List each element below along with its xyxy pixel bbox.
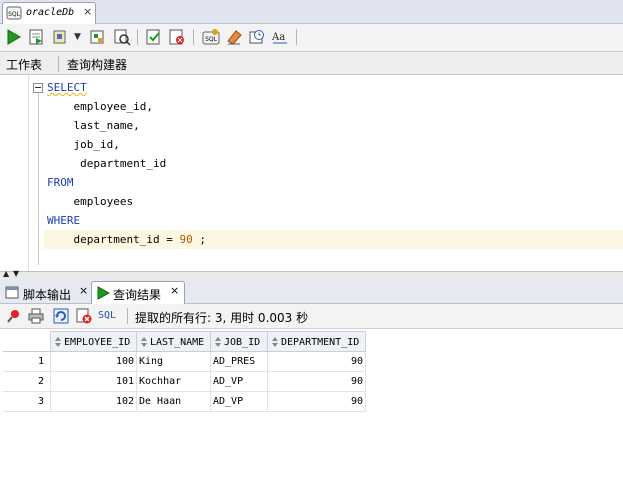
run-result-icon (97, 286, 110, 300)
fold-collapse-icon[interactable] (33, 83, 43, 93)
close-icon[interactable]: × (83, 5, 92, 18)
fold-guide-line (38, 93, 39, 265)
tab-script-output-label: 脚本输出 (23, 288, 72, 302)
tab-query-result-label: 查询结果 (113, 288, 162, 302)
tab-worksheet[interactable]: 工作表 (6, 56, 42, 73)
script-output-icon (5, 286, 19, 299)
autotrace-icon[interactable] (51, 28, 69, 46)
worksheet-toolbar: ▼ SQL Aa (0, 24, 623, 52)
code-line-9-end: ; (192, 233, 206, 246)
column-header-label: JOB_ID (224, 336, 261, 348)
worksheet-subtabs: 工作表 查询构建器 (0, 52, 623, 75)
column-header-job-id[interactable]: JOB_ID (210, 331, 268, 352)
code-line-4: job_id, (47, 138, 120, 151)
row-number[interactable]: 3 (3, 391, 51, 412)
table-cell[interactable]: AD_PRES (210, 351, 268, 372)
document-tab-oracledb[interactable]: SQL oracleDb × (2, 2, 96, 24)
commit-icon[interactable] (145, 28, 163, 46)
sql-tuning-advisor-icon[interactable] (113, 28, 131, 46)
table-cell[interactable]: AD_VP (210, 391, 268, 412)
sort-icon[interactable] (54, 336, 62, 348)
row-number[interactable]: 2 (3, 371, 51, 392)
grid-header-row: EMPLOYEE_ID LAST_NAME JOB_ID DEPARTMENT_… (3, 331, 366, 352)
tab-divider (58, 56, 59, 72)
table-cell[interactable]: 90 (267, 371, 366, 392)
close-icon[interactable]: × (79, 284, 88, 297)
cancel-query-icon[interactable] (76, 308, 92, 324)
code-line-9: department_id = 90 ; (47, 233, 206, 246)
table-row[interactable]: 1 100 King AD_PRES 90 (3, 351, 366, 372)
sql-history-icon[interactable] (248, 28, 266, 46)
code-line-7: employees (47, 195, 134, 208)
pin-icon[interactable] (6, 308, 22, 324)
column-header-label: LAST_NAME (150, 336, 205, 348)
tab-query-builder[interactable]: 查询构建器 (67, 56, 127, 73)
rollback-icon[interactable] (168, 28, 186, 46)
sql-worksheet-icon: SQL (6, 6, 22, 20)
tab-script-output[interactable]: 脚本输出 × (2, 282, 88, 302)
column-header-department-id[interactable]: DEPARTMENT_ID (267, 331, 366, 352)
toolbar-divider (296, 29, 297, 45)
toolbar-divider (193, 29, 194, 45)
sort-icon[interactable] (271, 336, 279, 348)
print-icon[interactable] (28, 308, 44, 324)
row-number[interactable]: 1 (3, 351, 51, 372)
code-line-5: department_id (47, 157, 167, 170)
sort-icon[interactable] (214, 336, 222, 348)
svg-text:SQL: SQL (205, 36, 218, 43)
svg-text:Aa: Aa (271, 32, 285, 43)
sql-link[interactable]: SQL (98, 310, 116, 321)
code-line-2: employee_id, (47, 100, 153, 113)
table-cell[interactable]: 90 (267, 391, 366, 412)
document-tab-label: oracleDb (26, 7, 75, 18)
table-cell[interactable]: Kochhar (136, 371, 211, 392)
table-cell[interactable]: 101 (50, 371, 137, 392)
table-cell[interactable]: 100 (50, 351, 137, 372)
refresh-icon[interactable] (52, 307, 70, 325)
tab-query-result[interactable]: 查询结果 × (91, 281, 185, 304)
table-cell[interactable]: 102 (50, 391, 137, 412)
clear-eraser-icon[interactable] (225, 28, 243, 46)
result-toolbar: SQL 提取的所有行: 3, 用时 0.003 秒 (0, 304, 623, 329)
row-number-header (3, 331, 51, 352)
svg-text:SQL: SQL (8, 11, 21, 18)
run-statement-icon[interactable] (4, 28, 22, 46)
fetch-status-text: 提取的所有行: 3, 用时 0.003 秒 (135, 311, 309, 325)
table-cell[interactable]: AD_VP (210, 371, 268, 392)
column-header-employee-id[interactable]: EMPLOYEE_ID (50, 331, 137, 352)
code-line-9-number: 90 (179, 233, 193, 246)
toolbar-divider (137, 29, 138, 45)
table-cell[interactable]: 90 (267, 351, 366, 372)
code-line-6: FROM (47, 176, 74, 189)
format-case-icon[interactable]: Aa (271, 28, 289, 46)
table-cell[interactable]: De Haan (136, 391, 211, 412)
splitter-up-icon[interactable]: ▲ (3, 269, 9, 278)
table-row[interactable]: 3 102 De Haan AD_VP 90 (3, 391, 366, 412)
code-line-9-text: department_id = (47, 233, 180, 246)
editor-gutter (0, 75, 29, 271)
column-header-label: EMPLOYEE_ID (64, 336, 131, 348)
explain-plan-icon[interactable] (89, 28, 107, 46)
code-line-1: SELECT (47, 81, 87, 94)
table-cell[interactable]: King (136, 351, 211, 372)
run-script-icon[interactable] (27, 28, 45, 46)
splitter-down-icon[interactable]: ▼ (13, 269, 19, 278)
toolbar-divider (127, 308, 128, 324)
column-header-label: DEPARTMENT_ID (281, 336, 360, 348)
code-line-3: last_name, (47, 119, 140, 132)
unshared-sql-worksheet-icon[interactable]: SQL (202, 28, 220, 46)
table-row[interactable]: 2 101 Kochhar AD_VP 90 (3, 371, 366, 392)
code-line-8: WHERE (47, 214, 81, 227)
chevron-down-icon[interactable]: ▼ (74, 32, 81, 42)
result-grid[interactable]: EMPLOYEE_ID LAST_NAME JOB_ID DEPARTMENT_… (3, 331, 366, 412)
sort-icon[interactable] (140, 336, 148, 348)
close-icon[interactable]: × (170, 284, 179, 297)
column-header-last-name[interactable]: LAST_NAME (136, 331, 211, 352)
